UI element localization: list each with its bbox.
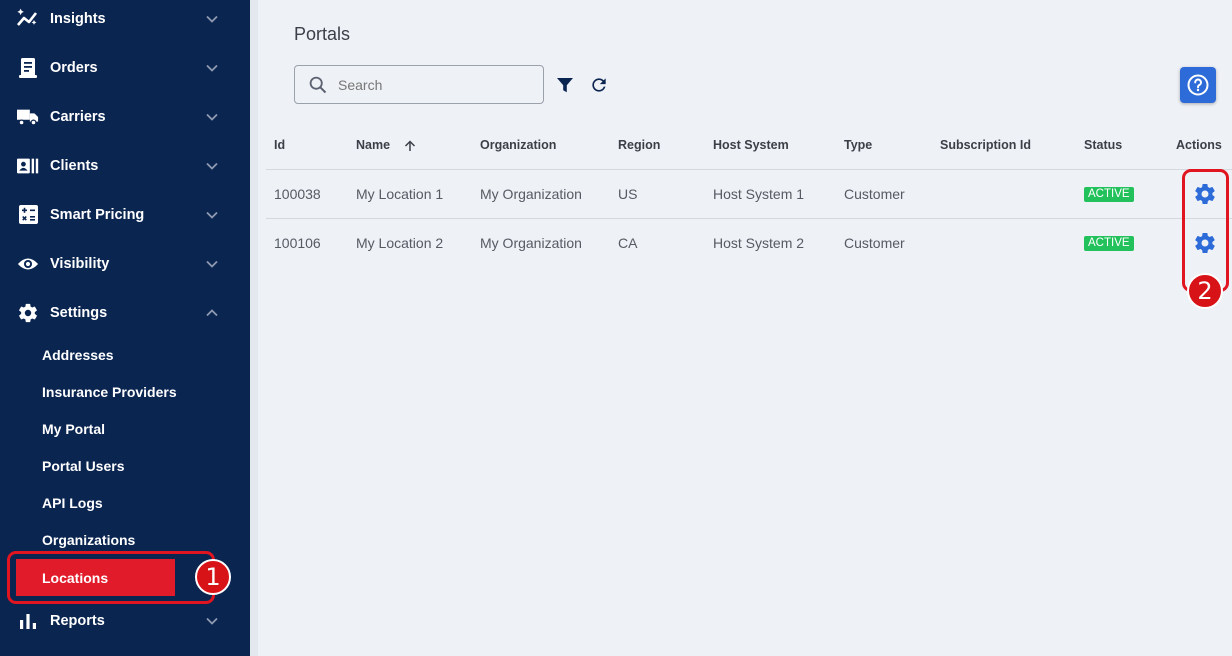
col-status[interactable]: Status <box>1084 138 1122 152</box>
cell-region: CA <box>618 235 638 251</box>
col-host-system[interactable]: Host System <box>713 138 789 152</box>
table-row[interactable]: 100106 My Location 2 My Organization CA … <box>266 218 1232 268</box>
sub-label: Portal Users <box>42 457 125 474</box>
cell-id: 100106 <box>274 235 321 251</box>
calculator-icon <box>17 204 39 226</box>
sub-my-portal[interactable]: My Portal <box>0 410 250 447</box>
help-button[interactable] <box>1180 67 1216 103</box>
col-type[interactable]: Type <box>844 138 872 152</box>
sidebar: Insights Orders Carriers Clients Smart P… <box>0 0 250 656</box>
nav-orders[interactable]: Orders <box>0 43 250 92</box>
cell-host-system: Host System 2 <box>713 235 805 251</box>
col-organization[interactable]: Organization <box>480 138 556 152</box>
sub-portal-users[interactable]: Portal Users <box>0 447 250 484</box>
sub-label: Insurance Providers <box>42 383 177 400</box>
cell-host-system: Host System 1 <box>713 186 805 202</box>
sub-api-logs[interactable]: API Logs <box>0 484 250 521</box>
col-region[interactable]: Region <box>618 138 660 152</box>
sub-label: Organizations <box>42 531 136 548</box>
help-icon <box>1187 74 1209 96</box>
chevron-up-icon <box>206 308 218 316</box>
truck-icon <box>17 106 39 128</box>
chevron-down-icon <box>206 64 218 72</box>
cell-organization: My Organization <box>480 235 582 251</box>
nav-clients[interactable]: Clients <box>0 141 250 190</box>
col-id[interactable]: Id <box>274 138 285 152</box>
refresh-icon <box>592 78 606 92</box>
callout-badge-2: 2 <box>1187 273 1223 309</box>
nav-settings[interactable]: Settings <box>0 288 250 337</box>
sub-label: API Logs <box>42 494 103 511</box>
chevron-down-icon <box>206 113 218 121</box>
nav-carriers[interactable]: Carriers <box>0 92 250 141</box>
nav-smart-pricing[interactable]: Smart Pricing <box>0 190 250 239</box>
nav-insights[interactable]: Insights <box>0 0 250 43</box>
chevron-down-icon <box>206 162 218 170</box>
chevron-down-icon <box>206 260 218 268</box>
col-name[interactable]: Name <box>356 138 390 152</box>
callout-box-1 <box>7 551 215 604</box>
filter-button[interactable] <box>553 73 577 97</box>
bar-chart-icon <box>17 610 39 632</box>
orders-icon <box>17 57 39 79</box>
sub-insurance-providers[interactable]: Insurance Providers <box>0 373 250 410</box>
cell-type: Customer <box>844 186 905 202</box>
search-box[interactable] <box>294 65 544 104</box>
sub-addresses[interactable]: Addresses <box>0 336 250 373</box>
sub-label: Addresses <box>42 346 114 363</box>
filter-icon <box>557 78 573 93</box>
sort-ascending-icon[interactable] <box>404 140 416 152</box>
search-input[interactable] <box>336 74 530 96</box>
callout-badge-1: 1 <box>195 559 231 595</box>
page-title: Portals <box>294 24 351 44</box>
cell-id: 100038 <box>274 186 321 202</box>
refresh-button[interactable] <box>587 73 611 97</box>
nav-label: Orders <box>50 59 98 76</box>
gear-icon <box>17 302 39 324</box>
col-actions: Actions <box>1176 138 1222 152</box>
main-content: Portals Id Name Organization Region Host… <box>250 0 1232 656</box>
cell-name: My Location 1 <box>356 186 444 202</box>
cell-type: Customer <box>844 235 905 251</box>
eye-icon <box>17 253 39 275</box>
nav-label: Clients <box>50 157 99 174</box>
nav-label: Smart Pricing <box>50 206 145 223</box>
nav-label: Visibility <box>50 255 110 272</box>
cell-region: US <box>618 186 638 202</box>
status-badge: ACTIVE <box>1084 236 1134 251</box>
nav-visibility[interactable]: Visibility <box>0 239 250 288</box>
nav-label: Reports <box>50 612 105 629</box>
chevron-down-icon <box>206 211 218 219</box>
table-row[interactable]: 100038 My Location 1 My Organization US … <box>266 169 1232 219</box>
chevron-down-icon <box>206 617 218 625</box>
cell-organization: My Organization <box>480 186 582 202</box>
clients-icon <box>17 155 39 177</box>
nav-label: Carriers <box>50 108 106 125</box>
cell-name: My Location 2 <box>356 235 444 251</box>
col-subscription-id[interactable]: Subscription Id <box>940 138 1031 152</box>
nav-label: Settings <box>50 304 108 321</box>
search-icon <box>309 76 327 94</box>
status-badge: ACTIVE <box>1084 187 1134 202</box>
sub-label: My Portal <box>42 420 106 437</box>
insights-icon <box>17 8 39 30</box>
nav-label: Insights <box>50 10 106 27</box>
chevron-down-icon <box>206 15 218 23</box>
